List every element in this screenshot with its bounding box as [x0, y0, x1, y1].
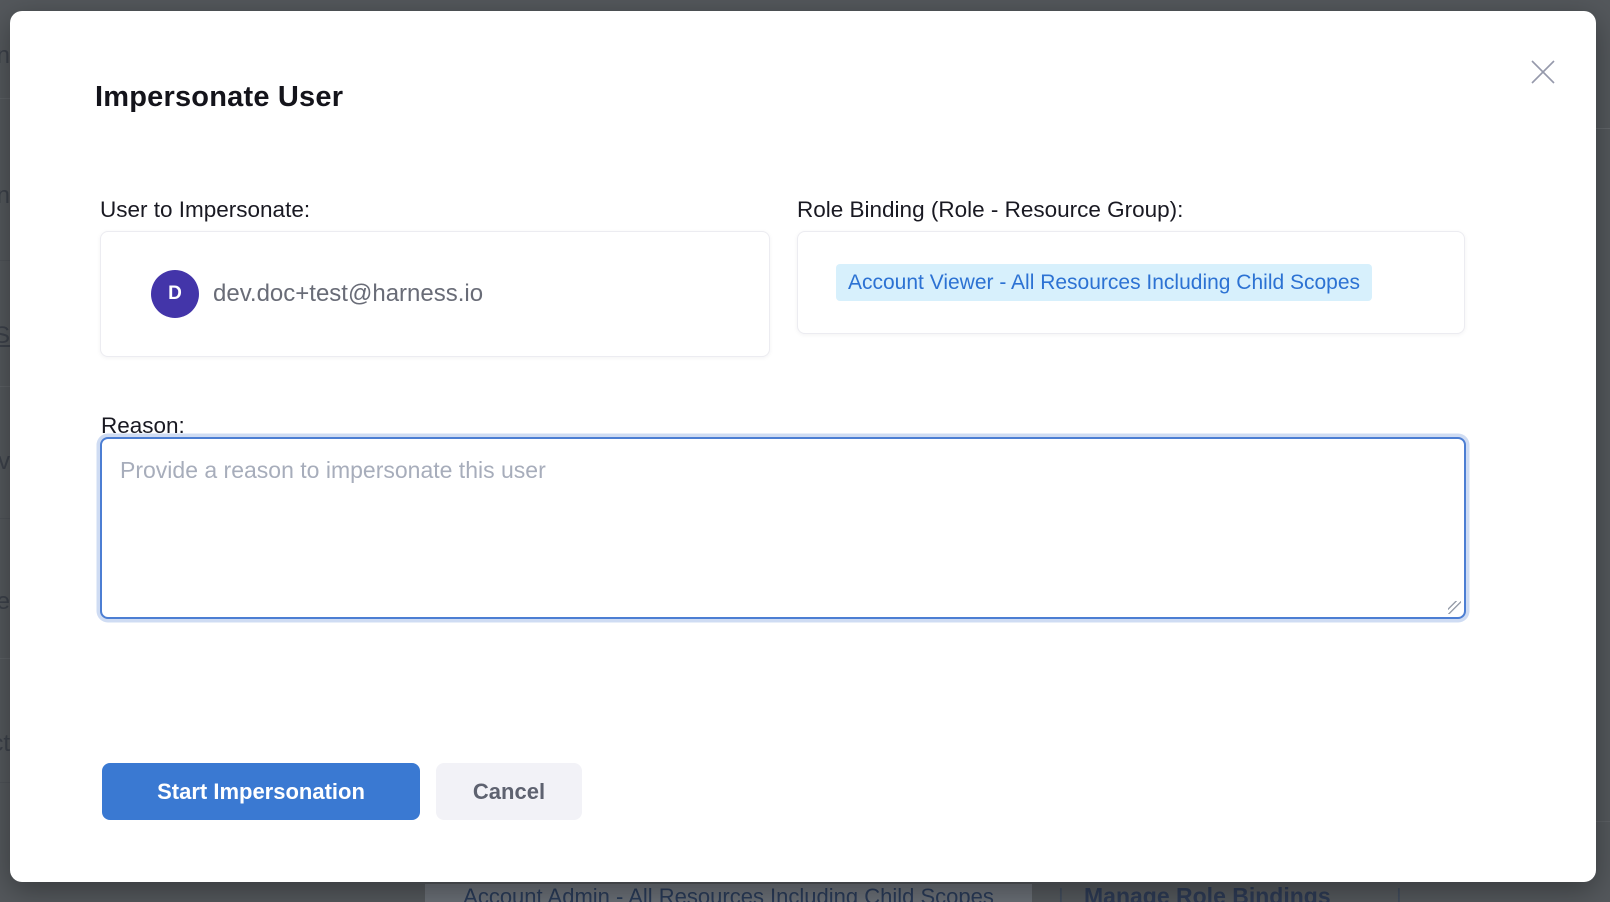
background-text-fragment: n	[0, 42, 10, 70]
background-row-divider	[0, 658, 10, 659]
user-to-impersonate-label: User to Impersonate:	[100, 197, 770, 223]
background-text-fragment: ve	[0, 588, 10, 616]
background-row-divider	[0, 518, 10, 519]
user-to-impersonate-section: User to Impersonate: D dev.doc+test@harn…	[100, 197, 770, 357]
modal-actions: Start Impersonation Cancel	[102, 763, 582, 820]
background-text-fragment: ev	[0, 448, 10, 476]
reason-field-wrapper	[100, 437, 1466, 619]
background-text-fragment: S	[0, 322, 10, 350]
background-right-edge	[1596, 0, 1610, 902]
cancel-button[interactable]: Cancel	[436, 763, 582, 820]
background-divider: |	[1396, 884, 1402, 902]
background-role-binding-badge: Account Admin - All Resources Including …	[425, 884, 1032, 902]
start-impersonation-button[interactable]: Start Impersonation	[102, 763, 420, 820]
reason-input[interactable]	[100, 437, 1466, 619]
background-row-divider	[0, 98, 10, 99]
background-divider: |	[1058, 884, 1064, 902]
user-avatar: D	[151, 270, 199, 318]
user-card: D dev.doc+test@harness.io	[100, 231, 770, 357]
impersonate-user-modal: Impersonate User User to Impersonate: D …	[10, 11, 1596, 882]
background-row-divider	[0, 782, 10, 783]
background-row-divider	[0, 260, 10, 261]
user-email: dev.doc+test@harness.io	[213, 280, 483, 308]
close-button[interactable]	[1520, 49, 1566, 95]
screen: n n S ev ve ct Account Admin - All Resou…	[0, 0, 1610, 902]
role-binding-card: Account Viewer - All Resources Including…	[797, 231, 1465, 334]
background-row-divider	[1596, 128, 1610, 129]
background-text-fragment: ct	[0, 730, 10, 758]
background-left-edge: n n S ev ve ct	[0, 0, 10, 902]
background-text-fragment: n	[0, 182, 10, 210]
background-bottom-row: Account Admin - All Resources Including …	[0, 882, 1610, 902]
background-row-divider	[1596, 821, 1610, 822]
background-row-divider	[0, 386, 10, 387]
close-icon	[1530, 59, 1556, 85]
reason-label: Reason:	[101, 413, 185, 439]
role-binding-badge: Account Viewer - All Resources Including…	[836, 264, 1372, 301]
role-binding-label: Role Binding (Role - Resource Group):	[797, 197, 1465, 223]
modal-fields: User to Impersonate: D dev.doc+test@harn…	[100, 197, 1466, 357]
role-binding-section: Role Binding (Role - Resource Group): Ac…	[797, 197, 1465, 357]
modal-title: Impersonate User	[95, 81, 343, 114]
background-manage-role-bindings-link: Manage Role Bindings	[1084, 883, 1331, 902]
